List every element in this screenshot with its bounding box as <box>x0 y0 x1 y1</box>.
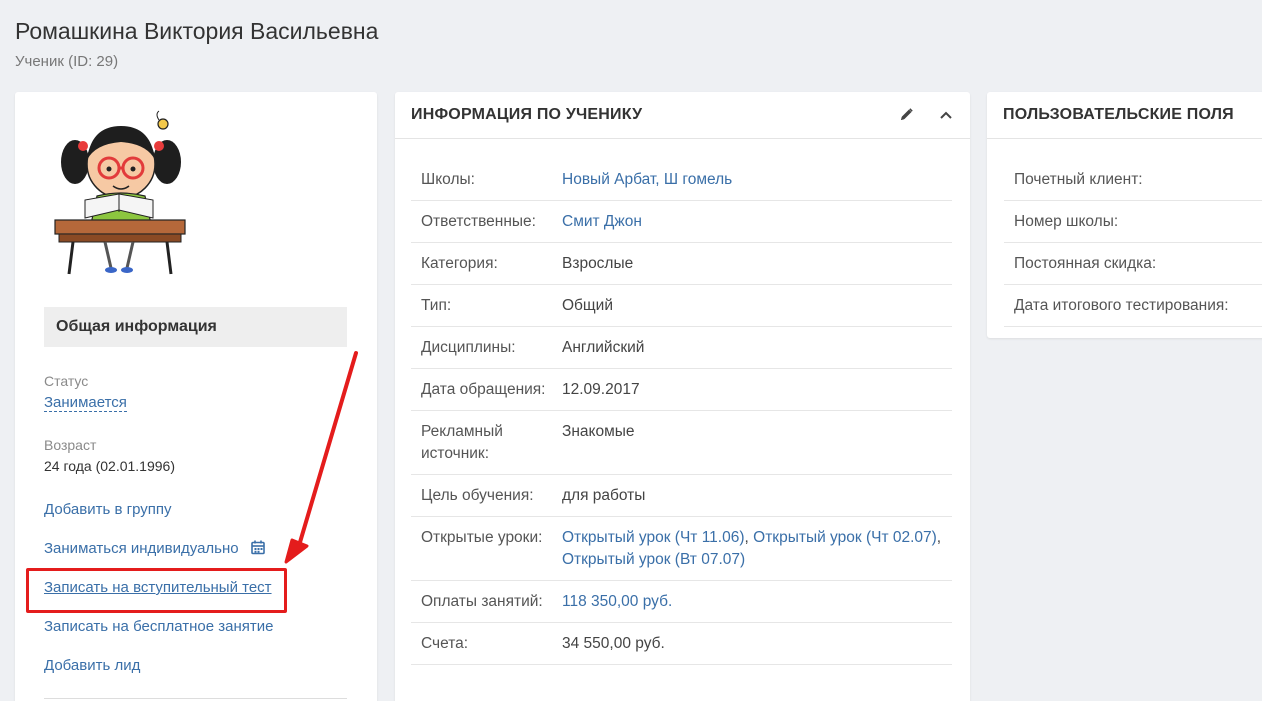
custom-fields-card: ПОЛЬЗОВАТЕЛЬСКИЕ ПОЛЯ Почетный клиент: Но… <box>987 92 1262 338</box>
age-value: 24 года (02.01.1996) <box>44 458 175 474</box>
custom-fields-header: ПОЛЬЗОВАТЕЛЬСКИЕ ПОЛЯ <box>987 92 1262 139</box>
info-row: Открытые уроки: Открытый урок (Чт 11.06),… <box>411 517 952 581</box>
info-row: Ответственные: Смит Джон <box>411 201 952 243</box>
info-row: Категория: Взрослые <box>411 243 952 285</box>
info-row-label: Дисциплины: <box>421 339 516 356</box>
custom-field-row: Дата итогового тестирования: <box>1004 285 1262 327</box>
open-lesson-link[interactable]: Открытый урок (Чт 11.06) <box>562 529 745 546</box>
open-lesson-link[interactable]: Открытый урок (Вт 07.07) <box>562 551 745 568</box>
enroll-entrance-test-link[interactable]: Записать на вступительный тест <box>44 579 272 596</box>
study-individually-label: Заниматься индивидуально <box>44 540 239 557</box>
status-link[interactable]: Занимается <box>44 394 127 412</box>
info-row: Школы: Новый Арбат, Ш гомель <box>411 159 952 201</box>
info-row-label: Открытые уроки: <box>421 529 543 546</box>
info-row-label: Дата обращения: <box>421 381 546 398</box>
general-info-header: Общая информация <box>44 307 347 347</box>
chevron-up-icon[interactable] <box>938 107 954 123</box>
info-row-label: Счета: <box>421 635 469 652</box>
info-row-value: 12.09.2017 <box>562 381 640 398</box>
info-row-value[interactable]: 118 350,00 руб. <box>562 591 942 613</box>
custom-field-row: Почетный клиент: <box>1004 159 1262 201</box>
custom-field-row: Постоянная скидка: <box>1004 243 1262 285</box>
info-row: Дисциплины: Английский <box>411 327 952 369</box>
info-row-value: для работы <box>562 487 646 504</box>
info-row: Оплаты занятий: 118 350,00 руб. <box>411 581 952 623</box>
info-row-label: Тип: <box>421 297 452 314</box>
info-row: Цель обучения: для работы <box>411 475 952 517</box>
profile-card: Общая информация Статус Занимается Возра… <box>15 92 377 701</box>
info-row-value[interactable]: Смит Джон <box>562 211 942 233</box>
enroll-free-lesson-link[interactable]: Записать на бесплатное занятие <box>44 618 273 635</box>
info-row-value: Знакомые <box>562 423 635 440</box>
info-row: Тип: Общий <box>411 285 952 327</box>
student-info-card: ИНФОРМАЦИЯ ПО УЧЕНИКУ Школы: Новый Арбат,… <box>395 92 970 701</box>
study-individually-link[interactable]: Заниматься индивидуально <box>44 540 265 557</box>
info-row-value: Общий <box>562 297 614 314</box>
card-header-actions <box>898 107 954 123</box>
info-row-value: 34 550,00 руб. <box>562 635 665 652</box>
link-separator: , <box>936 529 942 546</box>
divider <box>44 698 347 699</box>
info-row: Дата обращения: 12.09.2017 <box>411 369 952 411</box>
custom-field-row: Номер школы: <box>1004 201 1262 243</box>
calendar-icon[interactable] <box>251 540 265 555</box>
student-avatar <box>54 110 186 275</box>
status-label: Статус <box>44 373 89 389</box>
page-subtitle: Ученик (ID: 29) <box>15 53 119 70</box>
info-row-value[interactable]: Новый Арбат, Ш гомель <box>562 169 942 191</box>
pencil-icon[interactable] <box>898 107 914 123</box>
link-separator: , <box>744 529 754 546</box>
add-lead-link[interactable]: Добавить лид <box>44 657 140 674</box>
page-title: Ромашкина Виктория Васильевна <box>15 18 379 44</box>
info-row-label: Цель обучения: <box>421 487 534 504</box>
open-lesson-link[interactable]: Открытый урок (Чт 02.07) <box>753 529 937 546</box>
info-row-label: Категория: <box>421 255 498 272</box>
info-row-value: Взрослые <box>562 255 634 272</box>
info-row-value: Открытый урок (Чт 11.06), Открытый урок … <box>562 527 942 571</box>
info-row-label: Ответственные: <box>421 213 536 230</box>
page-header: Ромашкина Виктория Васильевна Ученик (ID… <box>15 18 378 70</box>
student-info-header: ИНФОРМАЦИЯ ПО УЧЕНИКУ <box>395 92 970 139</box>
info-row: Счета: 34 550,00 руб. <box>411 623 952 665</box>
student-info-title: ИНФОРМАЦИЯ ПО УЧЕНИКУ <box>411 106 643 123</box>
custom-fields-table: Почетный клиент: Номер школы: Постоянная с… <box>1004 159 1262 327</box>
info-row-label: Оплаты занятий: <box>421 593 543 610</box>
custom-fields-title: ПОЛЬЗОВАТЕЛЬСКИЕ ПОЛЯ <box>1003 106 1234 123</box>
age-label: Возраст <box>44 437 97 453</box>
info-row-value: Английский <box>562 339 645 356</box>
student-info-table: Школы: Новый Арбат, Ш гомель Ответственные… <box>411 159 952 665</box>
info-row-label: Рекламный источник: <box>421 423 503 462</box>
add-to-group-link[interactable]: Добавить в группу <box>44 501 172 518</box>
info-row: Рекламный источник: Знакомые <box>411 411 952 475</box>
info-row-label: Школы: <box>421 171 475 188</box>
